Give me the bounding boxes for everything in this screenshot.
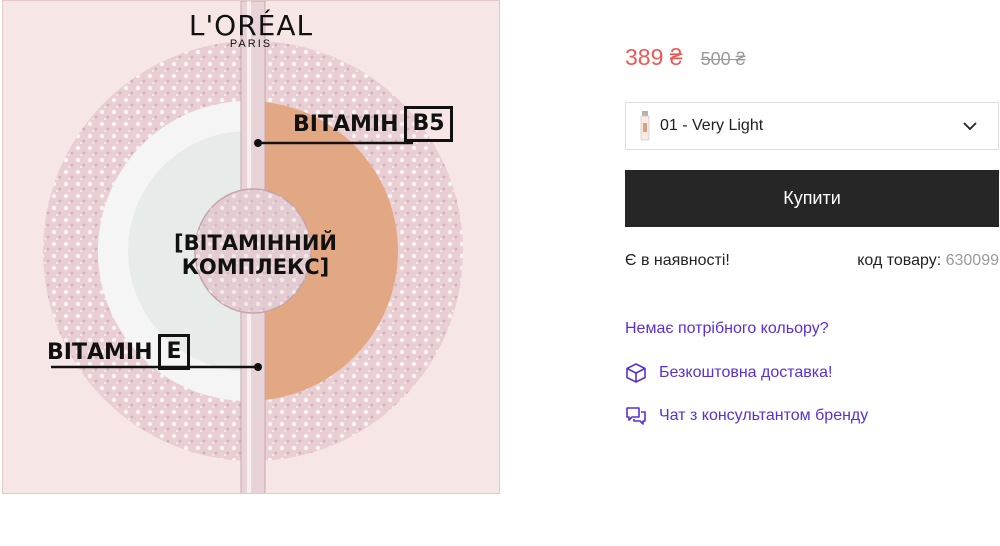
no-color-link-label: Немає потрібного кольору? (625, 320, 829, 337)
price-row: 389 ₴ 500 ₴ (625, 44, 746, 71)
buy-button[interactable]: Купити (625, 170, 999, 227)
delivery-link[interactable]: Безкоштовна доставка! (625, 362, 833, 384)
complex-line-1: [ВІТАМІННИЙ (173, 231, 337, 255)
vitamin-b5-code: B5 (404, 106, 453, 142)
shade-select-value: 01 - Very Light (660, 117, 764, 134)
brand-logo: L'ORÉAL PARIS (3, 9, 499, 50)
price-current: 389 ₴ (625, 44, 683, 70)
sku: код товару: 630099 (857, 252, 999, 270)
shade-swatch-icon (640, 111, 650, 141)
chat-link[interactable]: Чат з консультантом бренду (625, 405, 868, 427)
product-image: L'ORÉAL PARIS ВІТАМІН B5 [ВІТАМІННИЙ КОМ… (2, 0, 500, 494)
vitamin-e-label: ВІТАМІН E (47, 334, 190, 370)
vitamin-b5-label: ВІТАМІН B5 (293, 106, 453, 142)
brand-sub: PARIS (229, 38, 273, 50)
product-page: L'ORÉAL PARIS ВІТАМІН B5 [ВІТАМІННИЙ КОМ… (0, 0, 1000, 546)
complex-line-2: КОМПЛЕКС] (181, 255, 330, 279)
product-details: 389 ₴ 500 ₴ 01 - Very Light Купити Є в н… (625, 0, 999, 546)
vitamin-b5-word: ВІТАМІН (293, 111, 399, 137)
price-old: 500 ₴ (700, 49, 746, 69)
chat-link-label: Чат з консультантом бренду (659, 407, 869, 424)
box-icon (625, 362, 647, 384)
sku-label: код товару: (857, 252, 942, 269)
vitamin-e-code: E (158, 334, 190, 370)
sku-value: 630099 (945, 252, 999, 269)
stock-status: Є в наявності! (625, 252, 730, 269)
stock-row: Є в наявності! код товару: 630099 (625, 252, 999, 270)
vitamin-e-word: ВІТАМІН (47, 339, 153, 365)
delivery-link-label: Безкоштовна доставка! (659, 364, 833, 381)
no-color-link[interactable]: Немає потрібного кольору? (625, 320, 829, 338)
chat-icon (625, 405, 647, 427)
shade-select[interactable]: 01 - Very Light (625, 102, 999, 150)
chevron-down-icon[interactable] (960, 116, 980, 136)
vitamin-complex-label: [ВІТАМІННИЙ КОМПЛЕКС] (163, 231, 348, 279)
